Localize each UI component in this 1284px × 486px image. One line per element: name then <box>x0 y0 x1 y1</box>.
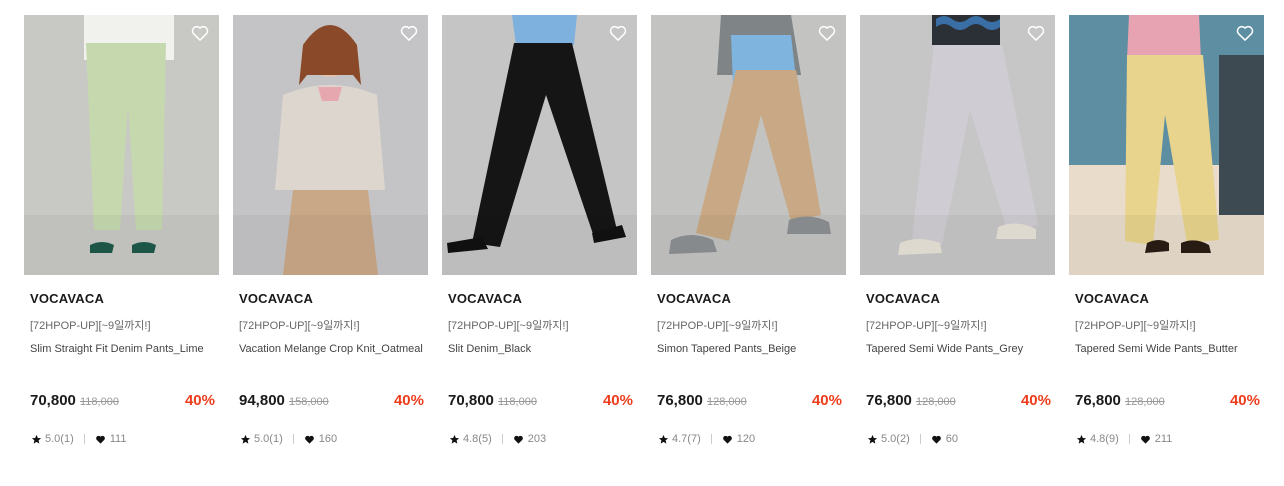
product-name[interactable]: Tapered Semi Wide Pants_Grey <box>866 341 1052 357</box>
rating-score: 4.8(9) <box>1090 433 1119 445</box>
product-card[interactable]: VOCAVACA [72HPOP-UP][~9일까지!] Simon Taper… <box>651 15 846 455</box>
original-price: 128,000 <box>707 396 747 408</box>
brand-name[interactable]: VOCAVACA <box>1075 291 1149 306</box>
brand-name[interactable]: VOCAVACA <box>657 291 731 306</box>
discount-rate: 40% <box>1229 392 1260 409</box>
promo-tag: [72HPOP-UP][~9일까지!] <box>1075 320 1196 332</box>
product-photo[interactable] <box>1069 15 1264 275</box>
wishlist-heart-icon[interactable] <box>190 23 210 43</box>
sale-price: 76,800 <box>657 392 703 409</box>
brand-name[interactable]: VOCAVACA <box>866 291 940 306</box>
star-icon <box>449 434 460 445</box>
like-count: 111 <box>109 433 127 445</box>
product-card[interactable]: VOCAVACA [72HPOP-UP][~9일까지!] Slit Denim_… <box>442 15 637 455</box>
divider <box>710 434 712 444</box>
rating-score: 5.0(1) <box>254 433 283 445</box>
sale-price: 94,800 <box>239 392 285 409</box>
product-photo[interactable] <box>233 15 428 275</box>
divider <box>1128 434 1130 444</box>
product-name[interactable]: Simon Tapered Pants_Beige <box>657 341 843 357</box>
product-thumbnail[interactable] <box>442 15 637 275</box>
star-icon <box>1076 434 1087 445</box>
like-count: 203 <box>527 433 547 445</box>
product-card[interactable]: VOCAVACA [72HPOP-UP][~9일까지!] Vacation Me… <box>233 15 428 455</box>
discount-rate: 40% <box>1020 392 1051 409</box>
divider <box>83 434 85 444</box>
promo-tag: [72HPOP-UP][~9일까지!] <box>30 320 151 332</box>
star-icon <box>240 434 251 445</box>
original-price: 118,000 <box>80 396 119 408</box>
rating-score: 4.8(5) <box>463 433 492 445</box>
sale-price: 70,800 <box>448 392 494 409</box>
review-meta: 4.8(5) 203 <box>449 432 546 446</box>
product-photo[interactable] <box>24 15 219 275</box>
discount-rate: 40% <box>602 392 633 409</box>
wishlist-heart-icon[interactable] <box>1235 23 1255 43</box>
original-price: 128,000 <box>1125 396 1165 408</box>
like-heart-icon <box>931 434 942 445</box>
like-heart-icon <box>304 434 315 445</box>
wishlist-heart-icon[interactable] <box>1026 23 1046 43</box>
product-thumbnail[interactable] <box>651 15 846 275</box>
review-meta: 5.0(1) 111 <box>31 432 126 446</box>
wishlist-heart-icon[interactable] <box>608 23 628 43</box>
original-price: 118,000 <box>498 396 537 408</box>
product-card[interactable]: VOCAVACA [72HPOP-UP][~9일까지!] Tapered Sem… <box>1069 15 1264 455</box>
promo-tag: [72HPOP-UP][~9일까지!] <box>448 320 569 332</box>
product-thumbnail[interactable] <box>860 15 1055 275</box>
divider <box>501 434 503 444</box>
rating-score: 4.7(7) <box>672 433 701 445</box>
like-heart-icon <box>513 434 524 445</box>
promo-tag: [72HPOP-UP][~9일까지!] <box>866 320 987 332</box>
product-photo[interactable] <box>860 15 1055 275</box>
promo-tag: [72HPOP-UP][~9일까지!] <box>657 320 778 332</box>
product-thumbnail[interactable] <box>1069 15 1264 275</box>
sale-price: 76,800 <box>1075 392 1121 409</box>
brand-name[interactable]: VOCAVACA <box>448 291 522 306</box>
rating-score: 5.0(1) <box>45 433 74 445</box>
review-meta: 5.0(1) 160 <box>240 432 337 446</box>
star-icon <box>658 434 669 445</box>
product-card[interactable]: VOCAVACA [72HPOP-UP][~9일까지!] Tapered Sem… <box>860 15 1055 455</box>
like-heart-icon <box>722 434 733 445</box>
promo-tag: [72HPOP-UP][~9일까지!] <box>239 320 360 332</box>
wishlist-heart-icon[interactable] <box>817 23 837 43</box>
original-price: 128,000 <box>916 396 956 408</box>
like-heart-icon <box>95 434 106 445</box>
like-count: 60 <box>945 433 958 445</box>
divider <box>919 434 921 444</box>
product-thumbnail[interactable] <box>233 15 428 275</box>
brand-name[interactable]: VOCAVACA <box>239 291 313 306</box>
discount-rate: 40% <box>811 392 842 409</box>
product-photo[interactable] <box>442 15 637 275</box>
product-card[interactable]: VOCAVACA [72HPOP-UP][~9일까지!] Slim Straig… <box>24 15 219 455</box>
product-photo[interactable] <box>651 15 846 275</box>
star-icon <box>867 434 878 445</box>
divider <box>292 434 294 444</box>
review-meta: 4.8(9) 211 <box>1076 432 1172 446</box>
discount-rate: 40% <box>184 392 215 409</box>
review-meta: 4.7(7) 120 <box>658 432 755 446</box>
like-count: 160 <box>318 433 338 445</box>
product-grid: VOCAVACA [72HPOP-UP][~9일까지!] Slim Straig… <box>0 0 1284 486</box>
review-meta: 5.0(2) 60 <box>867 432 958 446</box>
like-count: 120 <box>736 433 756 445</box>
sale-price: 76,800 <box>866 392 912 409</box>
product-name[interactable]: Tapered Semi Wide Pants_Butter <box>1075 341 1261 357</box>
wishlist-heart-icon[interactable] <box>399 23 419 43</box>
product-name[interactable]: Slim Straight Fit Denim Pants_Lime <box>30 341 216 357</box>
sale-price: 70,800 <box>30 392 76 409</box>
like-count: 211 <box>1154 433 1173 445</box>
discount-rate: 40% <box>393 392 424 409</box>
brand-name[interactable]: VOCAVACA <box>30 291 104 306</box>
product-thumbnail[interactable] <box>24 15 219 275</box>
product-name[interactable]: Slit Denim_Black <box>448 341 634 357</box>
original-price: 158,000 <box>289 396 329 408</box>
like-heart-icon <box>1140 434 1151 445</box>
product-name[interactable]: Vacation Melange Crop Knit_Oatmeal <box>239 341 425 357</box>
star-icon <box>31 434 42 445</box>
rating-score: 5.0(2) <box>881 433 910 445</box>
